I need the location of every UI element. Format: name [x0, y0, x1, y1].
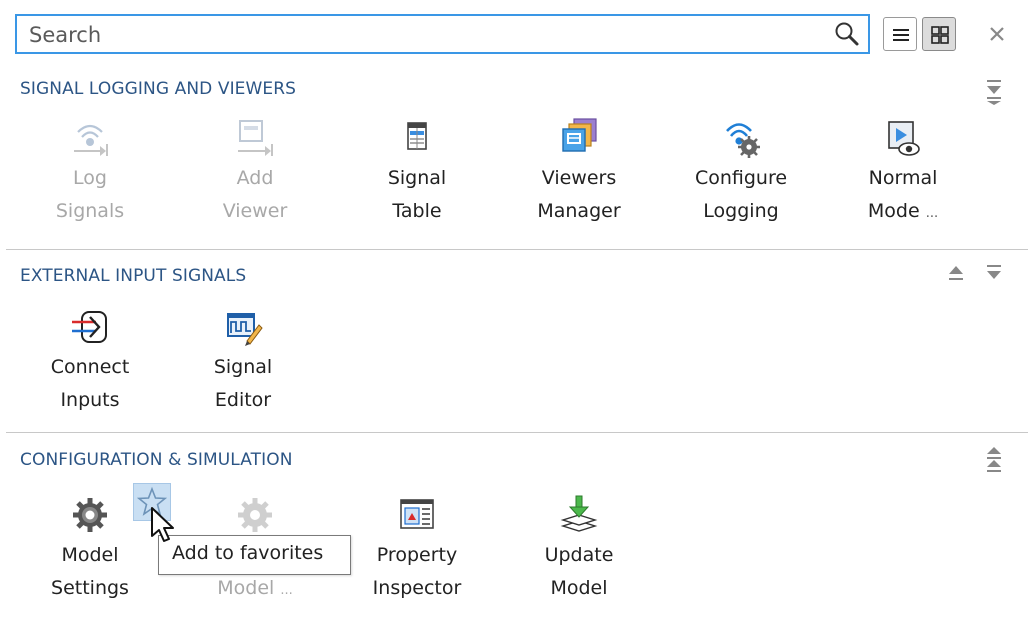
- more-options-icon[interactable]: ...: [280, 583, 292, 598]
- tile-label-line1: Log: [73, 167, 107, 189]
- list-view-icon: [893, 29, 909, 41]
- section-title: EXTERNAL INPUT SIGNALS: [20, 266, 247, 286]
- tile-label-line1: Model: [61, 544, 119, 566]
- tile-label-line1: Signal: [213, 356, 273, 378]
- section-title: SIGNAL LOGGING AND VIEWERS: [20, 79, 297, 99]
- connect-inputs-button[interactable]: Connect Inputs: [25, 307, 155, 417]
- tile-label-line2: Editor: [214, 389, 272, 411]
- tile-label-line2: Table: [392, 200, 442, 222]
- log-signals-button[interactable]: Log Signals: [25, 118, 155, 238]
- search-icon[interactable]: [834, 21, 860, 47]
- viewers-manager-icon: [562, 118, 597, 152]
- viewers-manager-button[interactable]: Viewers Manager: [514, 118, 644, 238]
- search-placeholder: Search: [29, 23, 102, 47]
- close-icon[interactable]: [985, 22, 1009, 46]
- update-model-icon: [560, 495, 598, 532]
- tile-label-line2: Manager: [537, 200, 621, 222]
- collapse-up-icon[interactable]: [984, 445, 1004, 473]
- signal-table-icon: [407, 122, 427, 150]
- list-view-button[interactable]: [883, 17, 917, 51]
- section-divider: [6, 432, 1028, 433]
- gear-disabled-icon: [238, 498, 272, 532]
- tile-label-line1: Configure: [694, 167, 788, 189]
- move-down-icon[interactable]: [984, 262, 1004, 290]
- tile-label-line2: Logging: [703, 200, 779, 222]
- move-up-icon[interactable]: [946, 262, 966, 290]
- mouse-cursor-icon: [151, 507, 174, 542]
- tile-label-line2: Settings: [51, 577, 129, 599]
- tile-label-line2: Mode...: [838, 200, 968, 225]
- signal-table-button[interactable]: Signal Table: [352, 118, 482, 238]
- normal-mode-button[interactable]: Normal Mode...: [838, 118, 968, 238]
- property-inspector-button[interactable]: Property Inspector: [352, 495, 482, 605]
- tile-label-text: Model: [217, 577, 275, 599]
- tile-label-line2: Inspector: [372, 577, 462, 599]
- grid-view-icon: [931, 26, 949, 44]
- normal-mode-icon: [888, 121, 920, 156]
- update-model-button[interactable]: Update Model: [514, 495, 644, 605]
- log-signals-icon: [74, 124, 108, 156]
- tile-view-button[interactable]: [922, 17, 956, 51]
- tile-label-line2: Model: [550, 577, 608, 599]
- tile-label-text: Mode: [867, 200, 920, 222]
- signal-editor-icon: [227, 313, 263, 346]
- gear-icon: [73, 498, 107, 532]
- tile-label-line1: Property: [376, 544, 458, 566]
- tile-label-line1: Normal: [868, 167, 938, 189]
- property-inspector-icon: [400, 499, 434, 529]
- tile-label-line1: Connect: [50, 356, 130, 378]
- add-viewer-icon: [238, 120, 273, 156]
- tile-label-line1: Add: [236, 167, 274, 189]
- toolbar: Search: [0, 0, 1028, 70]
- tile-label-line1: Update: [544, 544, 614, 566]
- tile-label-line2: Signals: [55, 200, 125, 222]
- more-options-icon[interactable]: ...: [926, 206, 938, 221]
- search-input[interactable]: Search: [15, 14, 870, 54]
- tooltip: Add to favorites: [158, 535, 351, 575]
- tile-label-line2: Inputs: [60, 389, 120, 411]
- tile-label-line2: Model...: [190, 577, 320, 602]
- add-viewer-button[interactable]: Add Viewer: [190, 118, 320, 238]
- section-title: CONFIGURATION & SIMULATION: [20, 450, 293, 470]
- connect-inputs-icon: [72, 311, 107, 343]
- configure-logging-icon: [726, 123, 760, 158]
- tile-label-line2: Viewer: [222, 200, 288, 222]
- tile-label-line1: Viewers: [541, 167, 617, 189]
- section-divider: [6, 249, 1028, 250]
- configure-logging-button[interactable]: Configure Logging: [676, 118, 806, 238]
- collapse-down-icon[interactable]: [984, 77, 1004, 105]
- signal-editor-button[interactable]: Signal Editor: [178, 307, 308, 417]
- tile-label-line1: Signal: [387, 167, 447, 189]
